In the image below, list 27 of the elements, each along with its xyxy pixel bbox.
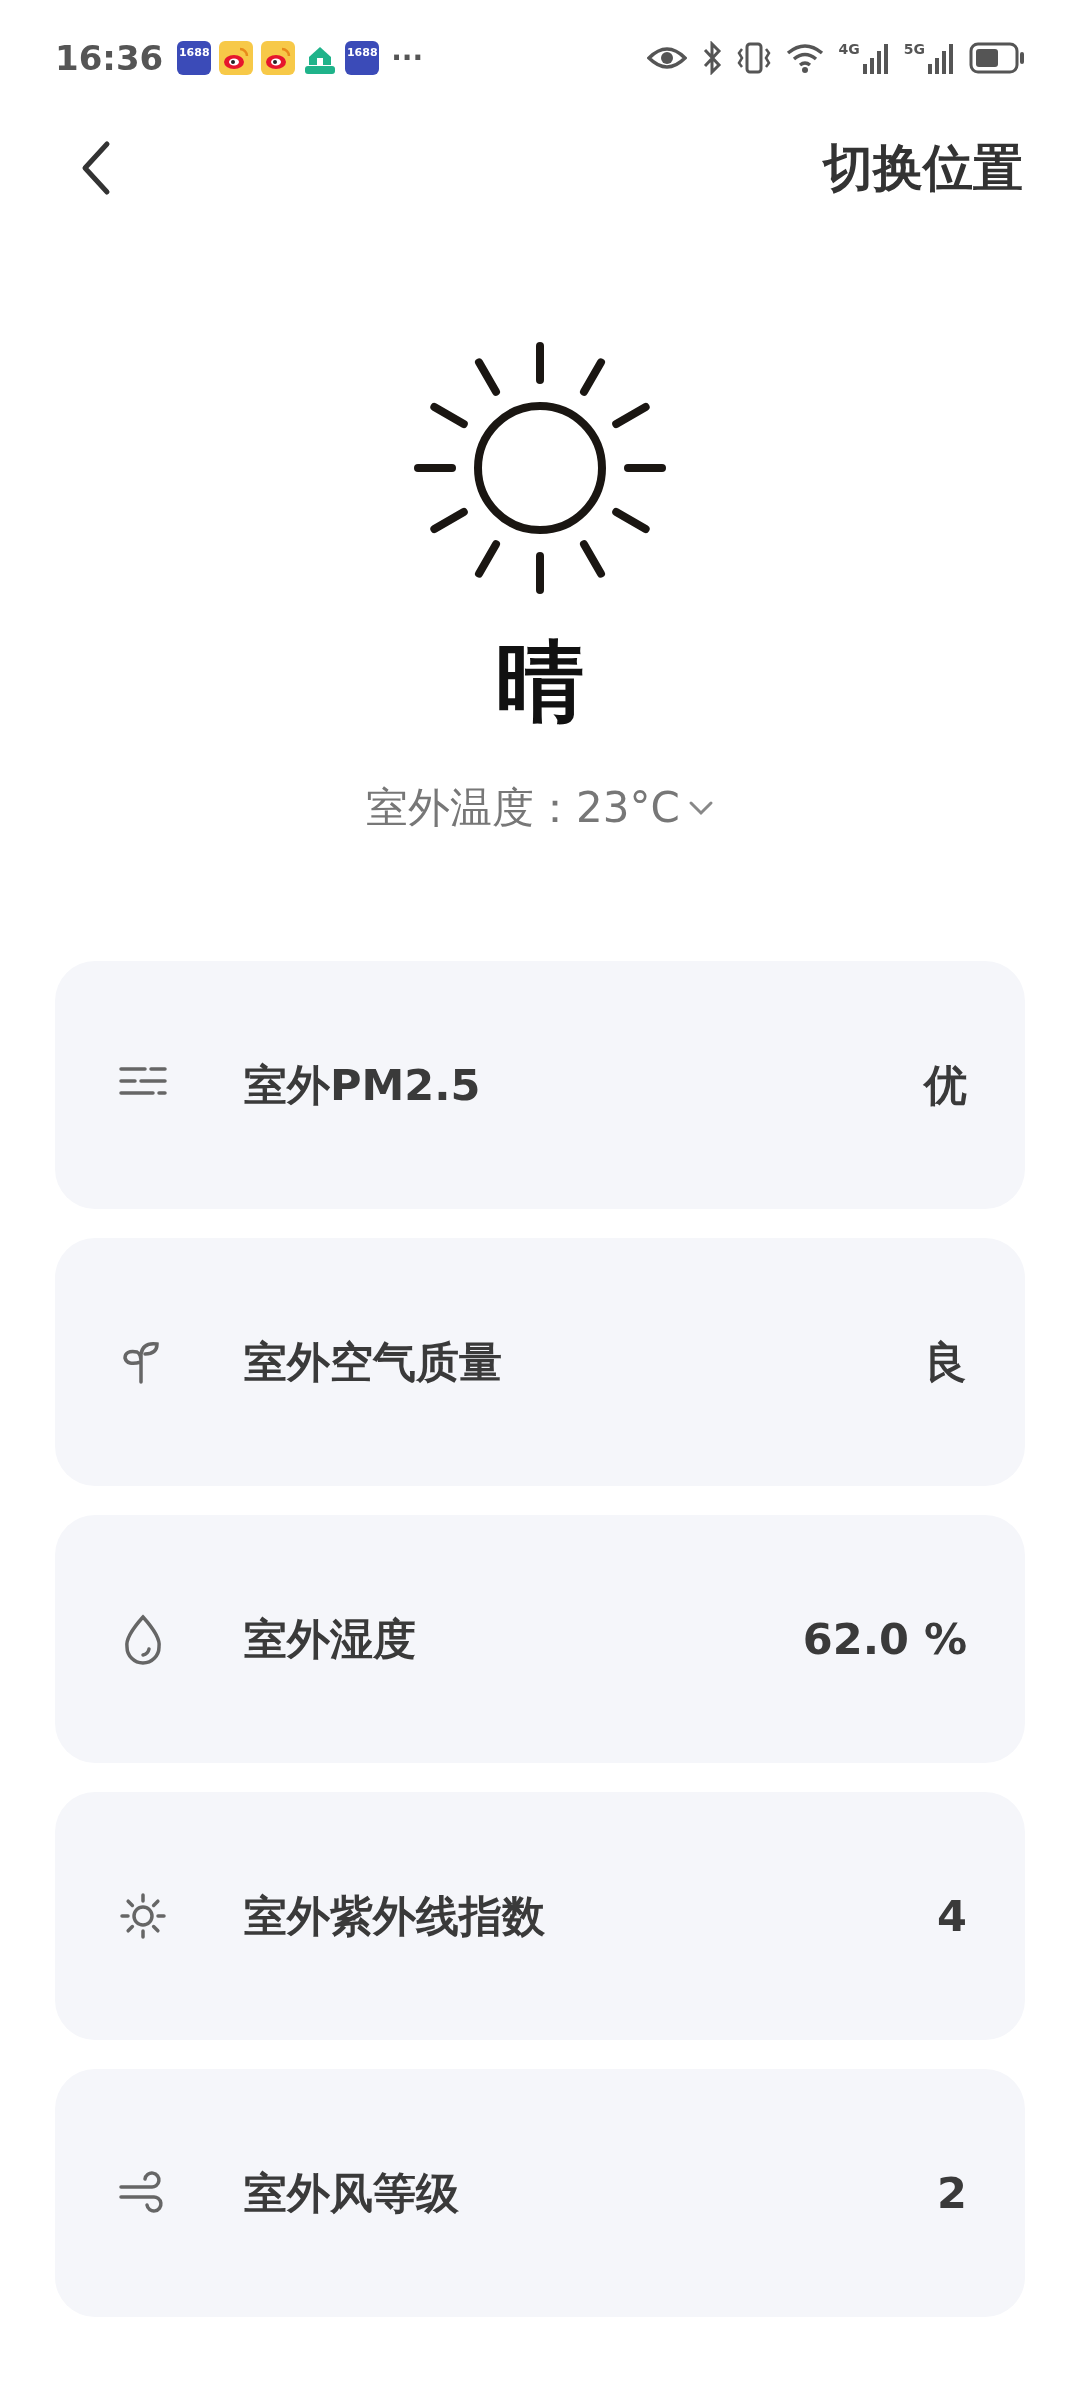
weather-condition: 晴 xyxy=(496,638,584,726)
card-value: 优 xyxy=(924,1058,967,1112)
card-value: 2 xyxy=(937,2166,967,2220)
app-notification-icon: 1688 xyxy=(345,41,380,75)
battery-icon xyxy=(969,42,1025,74)
vibrate-icon xyxy=(736,41,771,75)
network-type: 5G xyxy=(903,42,925,56)
card-label: 室外紫外线指数 xyxy=(244,1889,546,1943)
card-value: 良 xyxy=(924,1335,967,1389)
card-label: 室外PM2.5 xyxy=(244,1058,482,1112)
weibo-notification-icon xyxy=(219,41,254,75)
wifi-icon xyxy=(784,42,825,74)
signal-icon xyxy=(861,42,890,74)
network-type: 4G xyxy=(838,42,860,56)
outdoor-temperature: 室外温度：23°C xyxy=(366,782,680,834)
app-notification-icon: 1688 xyxy=(177,41,212,75)
more-notifications: ··· xyxy=(391,40,424,76)
card-value: 4 xyxy=(937,1889,967,1943)
weibo-notification-icon xyxy=(261,41,296,75)
card-label: 室外湿度 xyxy=(244,1612,417,1666)
signal-icon xyxy=(927,42,955,74)
status-time: 16:36 xyxy=(55,36,164,80)
switch-location-button[interactable]: 切换位置 xyxy=(823,130,1023,206)
card-label: 室外风等级 xyxy=(244,2166,460,2220)
card-label: 室外空气质量 xyxy=(244,1335,503,1389)
sun-icon xyxy=(117,1890,169,1942)
card-value: 62.0 % xyxy=(802,1612,967,1666)
